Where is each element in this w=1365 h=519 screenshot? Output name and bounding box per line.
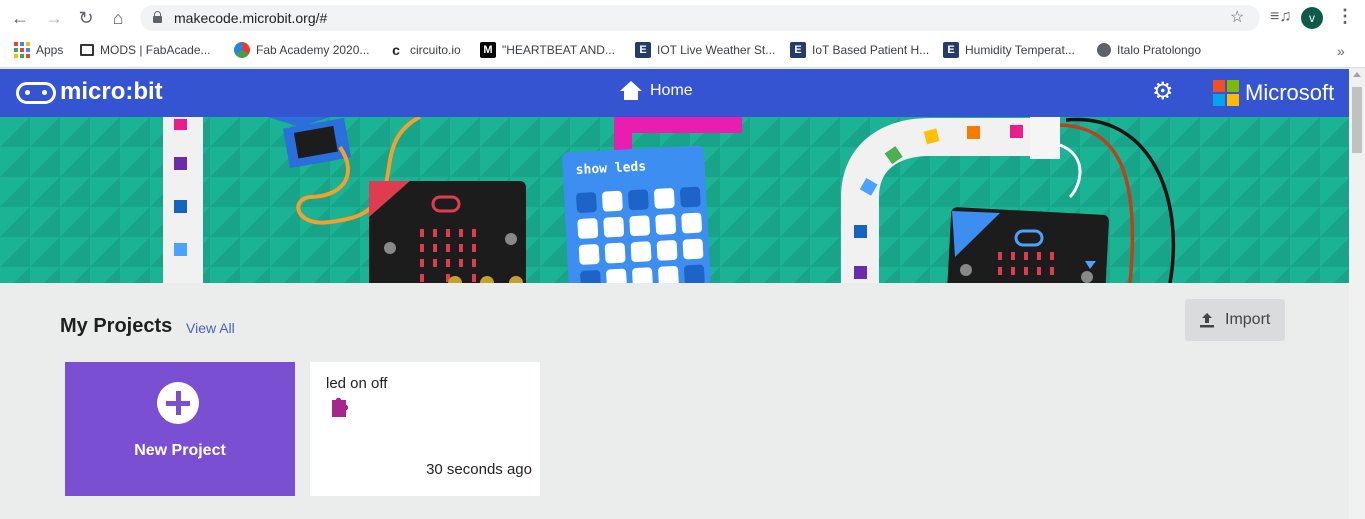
banner-illustration: show leds xyxy=(0,117,1349,283)
settings-gear-icon[interactable]: ⚙ xyxy=(1152,80,1174,104)
electronicshub-icon: E xyxy=(943,42,959,58)
circuito-icon: c xyxy=(392,42,400,58)
microbit-board-left xyxy=(369,181,526,283)
fab-academy-icon xyxy=(234,42,250,58)
bookmark-humidity[interactable]: E Humidity Temperat... xyxy=(943,42,1075,62)
bookmark-iot-weather[interactable]: E IOT Live Weather St... xyxy=(635,42,775,62)
scroll-thumb[interactable] xyxy=(1352,87,1362,153)
bookmark-mods[interactable]: MODS | FabAcade... xyxy=(80,42,211,62)
logo-text: micro:bit xyxy=(60,78,163,105)
medium-icon: M xyxy=(480,42,496,58)
project-card[interactable]: led on off 30 seconds ago xyxy=(310,362,540,496)
microsoft-label: Microsoft xyxy=(1245,80,1335,105)
import-button[interactable]: Import xyxy=(1185,299,1285,341)
reload-icon[interactable]: ↻ xyxy=(74,6,98,30)
electronicshub-icon: E xyxy=(635,42,651,58)
more-bookmarks-icon[interactable]: » xyxy=(1337,43,1345,59)
my-projects-title: My Projects xyxy=(60,315,173,337)
star-icon[interactable]: ☆ xyxy=(1230,7,1244,27)
browser-toolbar: ← → ↻ ⌂ makecode.microbit.org/# ☆ ≡♫ v ⋮ xyxy=(0,0,1365,36)
bookmark-label: IOT Live Weather St... xyxy=(657,43,776,57)
puzzle-icon xyxy=(332,397,348,417)
microbit-board-right xyxy=(947,207,1109,283)
upload-icon xyxy=(1200,313,1214,328)
lock-icon xyxy=(153,11,162,23)
bookmark-apps[interactable]: Apps xyxy=(14,42,63,62)
book-icon xyxy=(80,43,94,56)
new-project-card[interactable]: New Project xyxy=(65,362,295,496)
scroll-up-arrow-icon[interactable] xyxy=(1353,72,1361,77)
import-label: Import xyxy=(1225,311,1271,328)
show-leds-block: show leds xyxy=(562,145,711,283)
profile-avatar[interactable]: v xyxy=(1301,7,1323,29)
address-bar[interactable]: makecode.microbit.org/# ☆ xyxy=(140,5,1260,31)
apps-grid-icon xyxy=(14,42,30,58)
bookmark-label: Humidity Temperat... xyxy=(965,43,1075,57)
plus-circle-icon xyxy=(157,382,199,424)
bookmark-label: "HEARTBEAT AND... xyxy=(502,43,615,57)
microbit-logo-icon xyxy=(16,82,56,104)
bookmark-label: Fab Academy 2020... xyxy=(256,43,370,57)
forward-arrow-icon[interactable]: → xyxy=(42,6,66,30)
home-label: Home xyxy=(650,82,693,99)
electronicshub-icon: E xyxy=(790,42,806,58)
bookmark-label: Italo Pratolongo xyxy=(1117,42,1202,57)
view-all-link[interactable]: View All xyxy=(186,320,235,336)
reading-list-icon[interactable]: ≡♫ xyxy=(1270,8,1291,26)
back-arrow-icon[interactable]: ← xyxy=(8,6,32,30)
microsoft-squares-icon xyxy=(1213,80,1239,106)
new-project-label: New Project xyxy=(134,442,226,459)
home-button[interactable]: Home xyxy=(620,81,693,101)
url-text: makecode.microbit.org/# xyxy=(174,10,328,26)
project-name: led on off xyxy=(326,375,388,392)
project-timestamp: 30 seconds ago xyxy=(426,461,532,478)
hero-banner: show leds xyxy=(0,117,1349,283)
app-header: micro:bit Home ⚙ Microsoft xyxy=(0,69,1349,117)
bookmark-italo[interactable]: Italo Pratolongo xyxy=(1097,42,1201,62)
home-browser-icon[interactable]: ⌂ xyxy=(106,6,130,30)
bookmark-iot-patient[interactable]: E IoT Based Patient H... xyxy=(790,42,929,62)
bookmark-label: IoT Based Patient H... xyxy=(812,43,930,57)
home-icon xyxy=(620,81,642,101)
bookmark-circuito[interactable]: c circuito.io xyxy=(388,42,461,62)
globe-icon xyxy=(1097,42,1111,57)
bookmark-label: MODS | FabAcade... xyxy=(100,42,211,57)
bookmark-heartbeat[interactable]: M "HEARTBEAT AND... xyxy=(480,42,615,62)
menu-kebab-icon[interactable]: ⋮ xyxy=(1336,6,1354,27)
bookmark-label: circuito.io xyxy=(410,43,461,57)
bookmark-label: Apps xyxy=(36,43,64,57)
page-scrollbar[interactable] xyxy=(1349,69,1365,519)
bookmark-fab-academy[interactable]: Fab Academy 2020... xyxy=(234,42,369,62)
bookmarks-bar: Apps MODS | FabAcade... Fab Academy 2020… xyxy=(0,36,1365,68)
